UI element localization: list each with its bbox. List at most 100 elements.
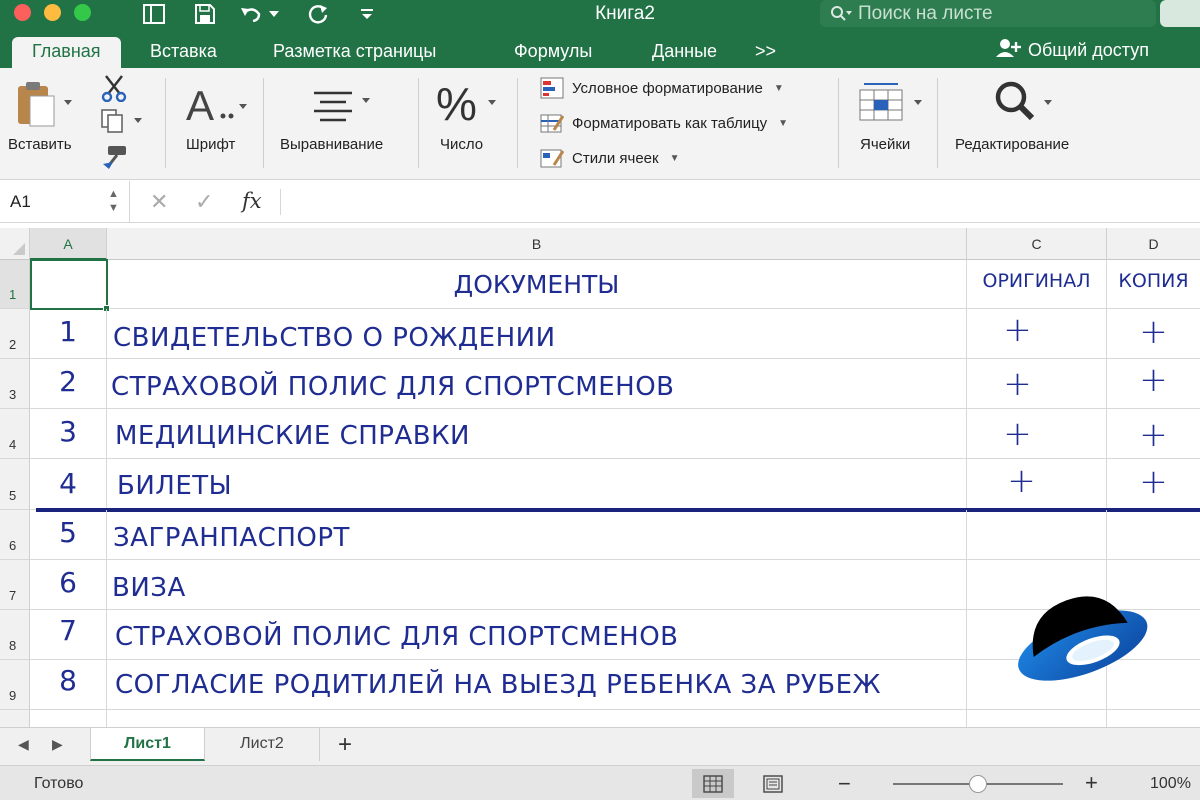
cell-c6[interactable] xyxy=(967,510,1107,560)
sidebar-toggle-icon[interactable] xyxy=(141,2,167,26)
save-icon[interactable] xyxy=(192,2,218,26)
cell-d5[interactable]: + xyxy=(1107,459,1200,510)
paste-icon[interactable] xyxy=(14,80,74,133)
confirm-edit-icon[interactable]: ✓ xyxy=(195,189,213,215)
row-header-8[interactable]: 8 xyxy=(0,610,30,660)
active-cell-outline xyxy=(30,259,110,312)
normal-view-button[interactable] xyxy=(692,769,734,798)
format-painter-icon[interactable] xyxy=(100,144,130,175)
redo-icon[interactable] xyxy=(305,2,331,26)
minimize-window-button[interactable] xyxy=(44,4,61,21)
cell-c2[interactable]: + xyxy=(967,309,1107,359)
cell-b2[interactable]: СВИДЕТЕЛЬСТВО О РОЖДЕНИИ xyxy=(107,309,967,359)
cell-styles-label: Стили ячеек xyxy=(572,149,659,167)
row-header-4[interactable]: 4 xyxy=(0,409,30,459)
cell-a6[interactable]: 5 xyxy=(30,510,107,560)
row-number: 6 xyxy=(9,538,17,553)
prev-sheet-arrow-icon[interactable]: ◀ xyxy=(18,736,29,753)
format-as-table-menu[interactable]: Форматировать как таблицу ▼ xyxy=(540,111,788,135)
cell-a5[interactable]: 4 xyxy=(30,459,107,510)
cancel-edit-icon[interactable]: ✕ xyxy=(150,189,168,215)
cell-d3[interactable]: + xyxy=(1107,359,1200,409)
undo-icon[interactable] xyxy=(238,2,264,26)
cell-c10[interactable] xyxy=(967,710,1107,727)
tab-page-layout[interactable]: Разметка страницы xyxy=(273,37,436,68)
align-icon[interactable] xyxy=(310,90,372,129)
zoom-out-button[interactable]: − xyxy=(838,771,851,797)
tab-formulas[interactable]: Формулы xyxy=(514,37,592,68)
cell-styles-icon xyxy=(540,147,565,169)
percent-icon[interactable]: % xyxy=(436,78,500,133)
cell-a9[interactable]: 8 xyxy=(30,660,107,710)
zoom-in-button[interactable]: + xyxy=(1085,770,1098,796)
cell-c5[interactable]: + xyxy=(967,459,1107,510)
cell-c4[interactable]: + xyxy=(967,409,1107,459)
cell-b7[interactable]: ВИЗА xyxy=(107,560,967,610)
select-all-corner[interactable] xyxy=(0,228,30,260)
zoom-window-button[interactable] xyxy=(74,4,91,21)
sheet-tab-1[interactable]: Лист1 xyxy=(90,728,205,761)
page-layout-view-button[interactable] xyxy=(752,769,794,798)
paste-label[interactable]: Вставить xyxy=(8,136,72,153)
cell-c1-original-header[interactable]: ОРИГИНАЛ xyxy=(967,260,1107,309)
cell-a2[interactable]: 1 xyxy=(30,309,107,359)
name-box-stepper[interactable]: ▲ ▼ xyxy=(108,187,119,215)
ribbon-separator xyxy=(418,78,419,168)
row-header-6[interactable]: 6 xyxy=(0,510,30,560)
row-header-10[interactable] xyxy=(0,710,30,727)
row-number: 3 xyxy=(9,387,17,402)
row-header-1[interactable]: 1 xyxy=(0,260,30,309)
cell-b5[interactable]: БИЛЕТЫ xyxy=(107,459,967,510)
tab-more[interactable]: >> xyxy=(755,37,776,68)
tab-data[interactable]: Данные xyxy=(652,37,717,68)
tab-insert[interactable]: Вставка xyxy=(150,37,217,68)
cell-d1-copy-header[interactable]: КОПИЯ xyxy=(1107,260,1200,309)
customize-toolbar-icon[interactable] xyxy=(354,2,380,26)
cell-d6[interactable] xyxy=(1107,510,1200,560)
next-sheet-arrow-icon[interactable]: ▶ xyxy=(52,736,63,753)
close-window-button[interactable] xyxy=(14,4,31,21)
sheet-tab-2[interactable]: Лист2 xyxy=(205,728,320,761)
cell-a4[interactable]: 3 xyxy=(30,409,107,459)
column-header-a[interactable]: A xyxy=(30,228,107,260)
font-icon[interactable]: A xyxy=(186,82,248,131)
cell-b1-documents-header[interactable]: ДОКУМЕНТЫ xyxy=(107,260,967,309)
row-header-2[interactable]: 2 xyxy=(0,309,30,359)
zoom-slider-thumb[interactable] xyxy=(969,775,987,793)
row-header-7[interactable]: 7 xyxy=(0,560,30,610)
undo-dropdown-icon[interactable] xyxy=(266,2,282,26)
cell-b9[interactable]: СОГЛАСИЕ РОДИТИЛЕЙ НА ВЫЕЗД РЕБЕНКА ЗА Р… xyxy=(107,660,967,710)
column-header-b[interactable]: B xyxy=(107,228,967,260)
cell-d4[interactable]: + xyxy=(1107,409,1200,459)
add-sheet-button[interactable]: + xyxy=(338,731,352,759)
copy-icon[interactable] xyxy=(100,108,146,139)
cell-a3[interactable]: 2 xyxy=(30,359,107,409)
insert-function-icon[interactable]: fx xyxy=(242,189,262,213)
excel-window: Книга2 Поиск на листе Главная Вставка Ра… xyxy=(0,0,1200,800)
cell-a7[interactable]: 6 xyxy=(30,560,107,610)
cell-styles-menu[interactable]: Стили ячеек ▼ xyxy=(540,146,679,170)
cell-b6[interactable]: ЗАГРАНПАСПОРТ xyxy=(107,510,967,560)
column-header-d[interactable]: D xyxy=(1107,228,1200,260)
cell-b4[interactable]: МЕДИЦИНСКИЕ СПРАВКИ xyxy=(107,409,967,459)
conditional-formatting-menu[interactable]: Условное форматирование ▼ xyxy=(540,76,784,100)
cell-c3[interactable]: + xyxy=(967,359,1107,409)
row-header-5[interactable]: 5 xyxy=(0,459,30,510)
share-button[interactable]: Общий доступ xyxy=(996,38,1149,63)
row-header-9[interactable]: 9 xyxy=(0,660,30,710)
cell-a8[interactable]: 7 xyxy=(30,610,107,660)
row-header-3[interactable]: 3 xyxy=(0,359,30,409)
cell-d2[interactable]: + xyxy=(1107,309,1200,359)
cut-icon[interactable] xyxy=(100,74,128,107)
cell-b8[interactable]: СТРАХОВОЙ ПОЛИС ДЛЯ СПОРТСМЕНОВ xyxy=(107,610,967,660)
cell-b3[interactable]: СТРАХОВОЙ ПОЛИС ДЛЯ СПОРТСМЕНОВ xyxy=(107,359,967,409)
cells-icon[interactable] xyxy=(858,80,928,129)
cell-b10[interactable] xyxy=(107,710,967,727)
search-sheet-field[interactable]: Поиск на листе xyxy=(820,0,1156,27)
formula-input[interactable] xyxy=(292,191,1172,215)
cell-a10[interactable] xyxy=(30,710,107,727)
column-header-c[interactable]: C xyxy=(967,228,1107,260)
search-magnifier-icon[interactable] xyxy=(994,80,1058,129)
tab-home[interactable]: Главная xyxy=(12,37,121,68)
window-edge-button[interactable] xyxy=(1160,0,1200,27)
